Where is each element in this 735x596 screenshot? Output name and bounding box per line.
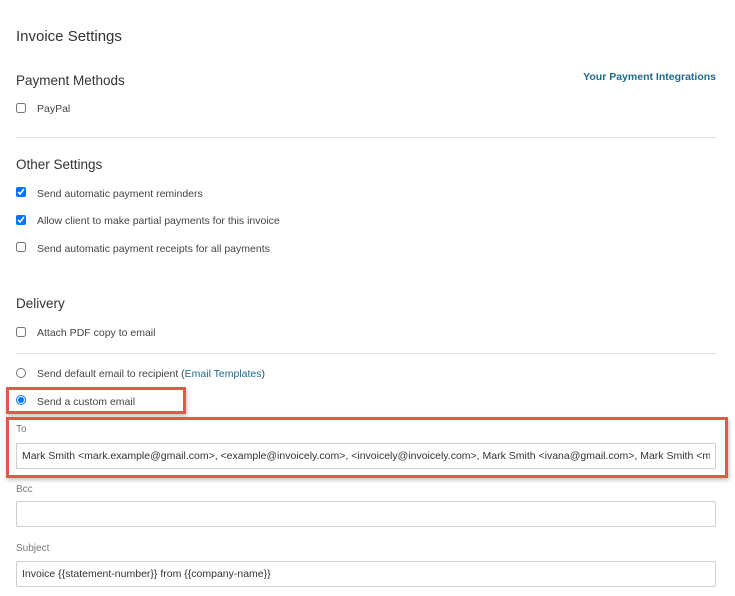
custom-email-radio[interactable]: [16, 395, 26, 405]
attach-pdf-checkbox[interactable]: [16, 327, 26, 337]
other-settings-heading: Other Settings: [16, 157, 103, 172]
to-input[interactable]: [16, 443, 716, 469]
bcc-input[interactable]: [16, 501, 716, 527]
email-templates-link[interactable]: Email Templates: [185, 368, 262, 380]
partial-payments-label: Allow client to make partial payments fo…: [37, 215, 280, 227]
delivery-divider: [16, 353, 716, 354]
subject-label: Subject: [16, 543, 50, 554]
to-label: To: [16, 424, 27, 435]
payment-receipts-checkbox[interactable]: [16, 242, 26, 252]
paypal-label: PayPal: [37, 103, 71, 115]
bcc-label: Bcc: [16, 484, 33, 495]
delivery-heading: Delivery: [16, 296, 65, 311]
partial-payments-checkbox[interactable]: [16, 215, 26, 225]
page-title: Invoice Settings: [16, 28, 122, 45]
default-email-radio[interactable]: [16, 368, 26, 378]
subject-input[interactable]: [16, 561, 716, 587]
default-email-label-prefix: Send default email to recipient (: [37, 368, 185, 380]
section-divider: [16, 137, 716, 138]
attach-pdf-label: Attach PDF copy to email: [37, 327, 156, 339]
payment-reminders-label: Send automatic payment reminders: [37, 188, 203, 200]
default-email-label-suffix: ): [261, 368, 266, 380]
payment-integrations-link[interactable]: Your Payment Integrations: [583, 71, 716, 83]
paypal-checkbox[interactable]: [16, 103, 26, 113]
payment-reminders-checkbox[interactable]: [16, 187, 26, 197]
payment-methods-heading: Payment Methods: [16, 73, 125, 88]
custom-email-label: Send a custom email: [37, 396, 136, 408]
payment-receipts-label: Send automatic payment receipts for all …: [37, 243, 270, 255]
default-email-label: Send default email to recipient (Email T…: [37, 368, 265, 380]
